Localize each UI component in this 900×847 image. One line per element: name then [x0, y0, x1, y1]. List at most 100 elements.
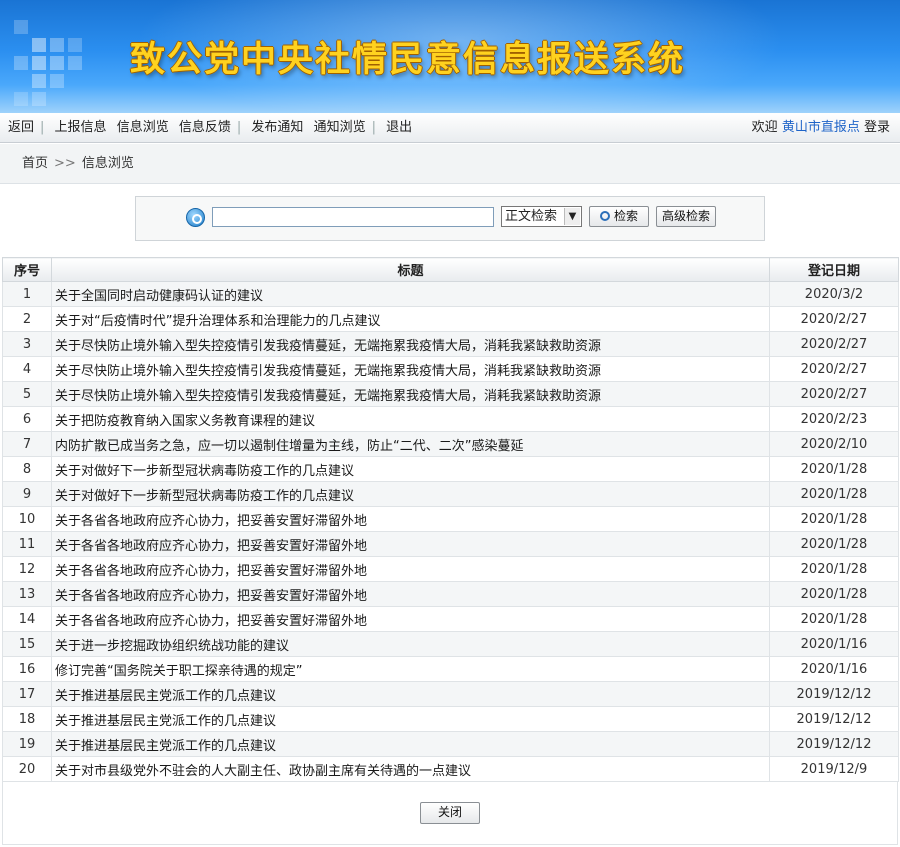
- search-globe-icon: [186, 208, 205, 227]
- nav-browse-notice[interactable]: 通知浏览: [314, 113, 366, 143]
- row-title[interactable]: 关于对做好下一步新型冠状病毒防疫工作的几点建议: [51, 456, 770, 482]
- top-navbar: 返回 | 上报信息 信息浏览 信息反馈 | 发布通知 通知浏览 | 退出 欢迎 黄山市…: [0, 113, 900, 143]
- banner-tiles-decoration: [14, 20, 104, 110]
- row-date: 2019/12/12: [769, 706, 899, 732]
- row-title[interactable]: 内防扩散已成当务之急，应一切以遏制住增量为主线，防止“二代、二次”感染蔓延: [51, 431, 770, 457]
- row-index: 4: [2, 356, 52, 382]
- table-row[interactable]: 3 关于尽快防止境外输入型失控疫情引发我疫情蔓延，无端拖累我疫情大局，消耗我紧缺救…: [2, 331, 899, 357]
- row-title[interactable]: 关于推进基层民主党派工作的几点建议: [51, 731, 770, 757]
- header-title: 标题: [51, 257, 770, 282]
- breadcrumb-home[interactable]: 首页: [22, 156, 48, 171]
- row-title[interactable]: 关于对做好下一步新型冠状病毒防疫工作的几点建议: [51, 481, 770, 507]
- row-title[interactable]: 关于全国同时启动健康码认证的建议: [51, 281, 770, 307]
- nav-report-info[interactable]: 上报信息: [55, 113, 107, 143]
- nav-separator: |: [236, 120, 242, 135]
- row-title[interactable]: 关于尽快防止境外输入型失控疫情引发我疫情蔓延，无端拖累我疫情大局，消耗我紧缺救助…: [51, 331, 770, 357]
- breadcrumb-arrows: >>: [54, 156, 76, 171]
- row-date: 2020/1/28: [769, 531, 899, 557]
- table-row[interactable]: 13 关于各省各地政府应齐心协力，把妥善安置好滞留外地 2020/1/28: [2, 581, 899, 607]
- row-date: 2019/12/9: [769, 756, 899, 782]
- table-row[interactable]: 6 关于把防疫教育纳入国家义务教育课程的建议 2020/2/23: [2, 406, 899, 432]
- row-title[interactable]: 关于对市县级党外不驻会的人大副主任、政协副主席有关待遇的一点建议: [51, 756, 770, 782]
- table-row[interactable]: 17 关于推进基层民主党派工作的几点建议 2019/12/12: [2, 681, 899, 707]
- nav-feedback[interactable]: 信息反馈: [179, 113, 231, 143]
- table-row[interactable]: 9 关于对做好下一步新型冠状病毒防疫工作的几点建议 2020/1/28: [2, 481, 899, 507]
- login-link[interactable]: 登录: [864, 120, 890, 135]
- search-mode-value: 正文检索: [505, 209, 558, 224]
- table-row[interactable]: 16 修订完善“国务院关于职工探亲待遇的规定” 2020/1/16: [2, 656, 899, 682]
- row-index: 3: [2, 331, 52, 357]
- search-input[interactable]: [212, 207, 494, 227]
- row-date: 2020/1/28: [769, 606, 899, 632]
- row-title[interactable]: 关于推进基层民主党派工作的几点建议: [51, 681, 770, 707]
- row-date: 2020/2/10: [769, 431, 899, 457]
- search-button[interactable]: 检索: [589, 206, 649, 227]
- row-index: 2: [2, 306, 52, 332]
- row-date: 2020/1/16: [769, 656, 899, 682]
- row-date: 2020/1/28: [769, 481, 899, 507]
- advanced-search-button[interactable]: 高级检索: [656, 206, 716, 227]
- table-row[interactable]: 11 关于各省各地政府应齐心协力，把妥善安置好滞留外地 2020/1/28: [2, 531, 899, 557]
- row-index: 19: [2, 731, 52, 757]
- row-title[interactable]: 关于各省各地政府应齐心协力，把妥善安置好滞留外地: [51, 531, 770, 557]
- header-banner: 致公党中央社情民意信息报送系统: [0, 0, 900, 113]
- user-name-link[interactable]: 黄山市直报点: [782, 120, 860, 135]
- row-index: 11: [2, 531, 52, 557]
- nav-browse-info[interactable]: 信息浏览: [117, 113, 169, 143]
- table-row[interactable]: 20 关于对市县级党外不驻会的人大副主任、政协副主席有关待遇的一点建议 2019/1…: [2, 756, 899, 782]
- row-title[interactable]: 关于推进基层民主党派工作的几点建议: [51, 706, 770, 732]
- close-button[interactable]: 关闭: [420, 802, 480, 824]
- search-panel: 正文检索 ▼ 检索 高级检索: [135, 196, 765, 241]
- welcome-label: 欢迎: [751, 120, 778, 135]
- row-title[interactable]: 关于尽快防止境外输入型失控疫情引发我疫情蔓延，无端拖累我疫情大局，消耗我紧缺救助…: [51, 356, 770, 382]
- table-row[interactable]: 12 关于各省各地政府应齐心协力，把妥善安置好滞留外地 2020/1/28: [2, 556, 899, 582]
- row-index: 7: [2, 431, 52, 457]
- nav-logout[interactable]: 退出: [386, 113, 412, 143]
- row-index: 17: [2, 681, 52, 707]
- row-title[interactable]: 关于各省各地政府应齐心协力，把妥善安置好滞留外地: [51, 581, 770, 607]
- row-date: 2020/1/28: [769, 581, 899, 607]
- table-row[interactable]: 4 关于尽快防止境外输入型失控疫情引发我疫情蔓延，无端拖累我疫情大局，消耗我紧缺救…: [2, 356, 899, 382]
- row-index: 10: [2, 506, 52, 532]
- row-date: 2020/2/27: [769, 306, 899, 332]
- row-index: 1: [2, 281, 52, 307]
- chevron-down-icon: ▼: [564, 208, 580, 225]
- row-index: 15: [2, 631, 52, 657]
- table-row[interactable]: 8 关于对做好下一步新型冠状病毒防疫工作的几点建议 2020/1/28: [2, 456, 899, 482]
- row-title[interactable]: 关于尽快防止境外输入型失控疫情引发我疫情蔓延，无端拖累我疫情大局，消耗我紧缺救助…: [51, 381, 770, 407]
- table-row[interactable]: 18 关于推进基层民主党派工作的几点建议 2019/12/12: [2, 706, 899, 732]
- nav-separator: |: [371, 120, 376, 135]
- row-title[interactable]: 关于各省各地政府应齐心协力，把妥善安置好滞留外地: [51, 606, 770, 632]
- table-row[interactable]: 1 关于全国同时启动健康码认证的建议 2020/3/2: [2, 281, 899, 307]
- user-area: 欢迎 黄山市直报点 登录: [752, 113, 890, 143]
- row-index: 8: [2, 456, 52, 482]
- table-row[interactable]: 5 关于尽快防止境外输入型失控疫情引发我疫情蔓延，无端拖累我疫情大局，消耗我紧缺救…: [2, 381, 899, 407]
- nav-separator: |: [40, 120, 45, 135]
- nav-menu: 返回 | 上报信息 信息浏览 信息反馈 | 发布通知 通知浏览 | 退出: [8, 113, 418, 143]
- table-row[interactable]: 19 关于推进基层民主党派工作的几点建议 2019/12/12: [2, 731, 899, 757]
- table-row[interactable]: 14 关于各省各地政府应齐心协力，把妥善安置好滞留外地 2020/1/28: [2, 606, 899, 632]
- row-title[interactable]: 修订完善“国务院关于职工探亲待遇的规定”: [51, 656, 770, 682]
- search-mode-select[interactable]: 正文检索 ▼: [501, 206, 582, 227]
- table-row[interactable]: 2 关于对“后疫情时代”提升治理体系和治理能力的几点建议 2020/2/27: [2, 306, 899, 332]
- row-title[interactable]: 关于对“后疫情时代”提升治理体系和治理能力的几点建议: [51, 306, 770, 332]
- row-date: 2020/2/27: [769, 331, 899, 357]
- row-index: 6: [2, 406, 52, 432]
- row-date: 2019/12/12: [769, 681, 899, 707]
- info-table: 序号 标题 登记日期 1 关于全国同时启动健康码认证的建议 2020/3/2 2 关于对…: [2, 257, 899, 782]
- row-index: 20: [2, 756, 52, 782]
- nav-back[interactable]: 返回: [8, 113, 34, 143]
- header-date: 登记日期: [769, 257, 899, 282]
- table-row[interactable]: 7 内防扩散已成当务之急，应一切以遏制住增量为主线，防止“二代、二次”感染蔓延 20…: [2, 431, 899, 457]
- row-title[interactable]: 关于进一步挖掘政协组织统战功能的建议: [51, 631, 770, 657]
- breadcrumb: 首页 >> 信息浏览: [0, 144, 900, 184]
- table-row[interactable]: 15 关于进一步挖掘政协组织统战功能的建议 2020/1/16: [2, 631, 899, 657]
- row-title[interactable]: 关于把防疫教育纳入国家义务教育课程的建议: [51, 406, 770, 432]
- row-title[interactable]: 关于各省各地政府应齐心协力，把妥善安置好滞留外地: [51, 556, 770, 582]
- row-title[interactable]: 关于各省各地政府应齐心协力，把妥善安置好滞留外地: [51, 506, 770, 532]
- row-date: 2020/1/28: [769, 556, 899, 582]
- nav-publish-notice[interactable]: 发布通知: [251, 113, 303, 143]
- header-index: 序号: [2, 257, 52, 282]
- row-date: 2019/12/12: [769, 731, 899, 757]
- table-row[interactable]: 10 关于各省各地政府应齐心协力，把妥善安置好滞留外地 2020/1/28: [2, 506, 899, 532]
